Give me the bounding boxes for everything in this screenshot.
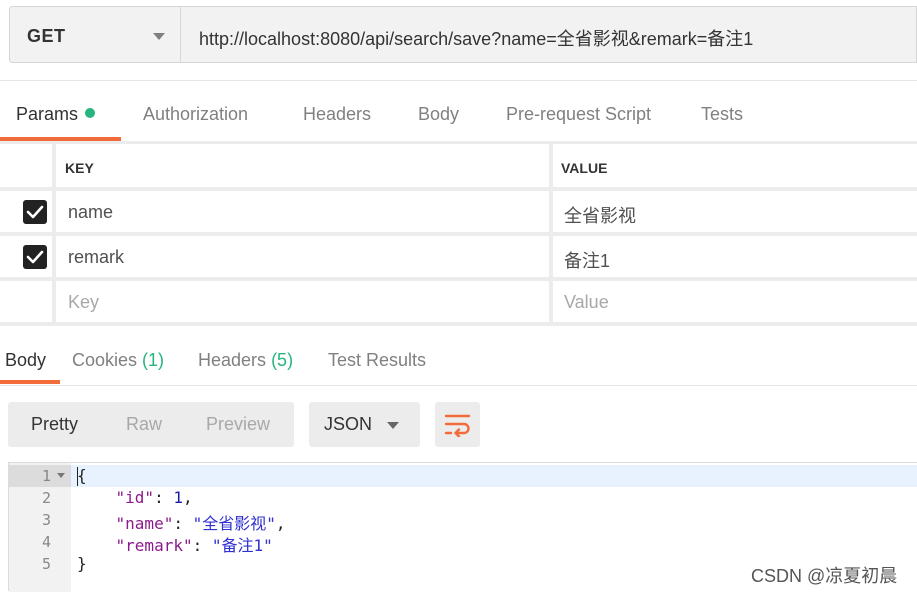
param-value-text: 全省影视	[564, 206, 636, 226]
url-text: http://localhost:8080/api/search/save?na…	[199, 29, 754, 49]
json-string-value: "全省影视"	[192, 514, 276, 533]
request-tabs: Params Authorization Headers Body Pre-re…	[0, 94, 917, 142]
tab-authorization[interactable]: Authorization	[143, 104, 248, 125]
tab-params-label: Params	[16, 104, 79, 124]
key-placeholder: Key	[68, 292, 100, 312]
code-line: "name": "全省影视",	[77, 510, 286, 534]
json-brace: {	[77, 466, 87, 485]
raw-button[interactable]: Raw	[126, 414, 162, 435]
checkmark-icon	[26, 250, 44, 264]
param-value-text: 备注1	[564, 251, 611, 271]
tab-test-results[interactable]: Test Results	[328, 350, 426, 371]
column-header-key: KEY	[65, 160, 94, 176]
param-value-field[interactable]: 全省影视	[553, 191, 917, 232]
format-label: JSON	[324, 414, 373, 434]
column-header-value: VALUE	[561, 160, 608, 176]
method-select[interactable]: GET	[9, 6, 181, 63]
param-key-text: remark	[68, 247, 125, 267]
json-comma: ,	[182, 488, 193, 507]
wrap-lines-button[interactable]	[435, 402, 480, 447]
json-number-value: 1	[173, 488, 183, 507]
url-input[interactable]: http://localhost:8080/api/search/save?na…	[181, 6, 917, 63]
watermark: CSDN @凉夏初晨	[751, 566, 898, 586]
active-tab-indicator	[0, 380, 60, 384]
divider	[0, 80, 917, 81]
code-line: "remark": "备注1"	[77, 532, 273, 556]
wrap-lines-icon	[444, 414, 471, 437]
json-colon: :	[154, 488, 174, 507]
chevron-down-icon	[387, 422, 399, 429]
header-key-cell: KEY	[56, 144, 549, 187]
line-number: 3	[41, 511, 51, 529]
tab-params[interactable]: Params	[16, 104, 96, 125]
json-brace: }	[77, 554, 87, 573]
json-key: "name"	[115, 514, 174, 533]
method-label: GET	[27, 26, 66, 46]
table-row-check-cell	[0, 191, 52, 232]
header-value-cell: VALUE	[553, 144, 917, 187]
request-bar: GET http://localhost:8080/api/search/sav…	[0, 0, 917, 80]
code-line: }	[77, 554, 87, 573]
param-key-field[interactable]: remark	[56, 236, 549, 277]
tab-headers[interactable]: Headers	[303, 104, 371, 125]
active-line-highlight	[71, 465, 917, 487]
view-mode-group: Pretty Raw Preview	[8, 402, 294, 447]
header-check-cell	[0, 144, 52, 187]
params-table: KEY VALUE name 全省影视 remark 备注1 Key Value	[0, 141, 917, 326]
checkbox-checked[interactable]	[23, 245, 47, 269]
line-number: 5	[41, 555, 51, 573]
table-row-check-cell	[0, 281, 52, 322]
headers-count-badge: (5)	[271, 350, 294, 370]
tab-pre-request-script[interactable]: Pre-request Script	[506, 104, 651, 125]
checkmark-icon	[26, 205, 44, 219]
tab-cookies-label: Cookies	[72, 350, 138, 370]
code-line: "id": 1,	[77, 488, 193, 507]
code-line: {	[77, 466, 87, 485]
table-row-check-cell	[0, 236, 52, 277]
chevron-down-icon	[153, 33, 165, 40]
divider	[0, 385, 917, 386]
param-key-field[interactable]: name	[56, 191, 549, 232]
tab-cookies[interactable]: Cookies (1)	[72, 350, 164, 371]
response-tabs: Body Cookies (1) Headers (5) Test Result…	[0, 338, 917, 386]
tab-body[interactable]: Body	[418, 104, 459, 125]
status-dot-icon	[85, 108, 96, 119]
line-number: 1	[41, 467, 51, 485]
tab-tests[interactable]: Tests	[701, 104, 743, 125]
preview-button[interactable]: Preview	[206, 414, 270, 435]
param-key-text: name	[68, 202, 114, 222]
value-placeholder: Value	[564, 292, 609, 312]
new-key-input[interactable]: Key	[56, 281, 549, 322]
json-key: "remark"	[115, 536, 193, 555]
tab-headers-label: Headers	[198, 350, 267, 370]
line-number: 4	[41, 533, 51, 551]
line-number: 2	[41, 489, 51, 507]
json-key: "id"	[115, 488, 155, 507]
fold-caret-icon[interactable]	[57, 473, 65, 478]
format-select[interactable]: JSON	[309, 402, 420, 447]
json-string-value: "备注1"	[211, 536, 273, 555]
pretty-button[interactable]: Pretty	[31, 414, 78, 435]
json-comma: ,	[275, 514, 286, 533]
new-value-input[interactable]: Value	[553, 281, 917, 322]
param-value-field[interactable]: 备注1	[553, 236, 917, 277]
tab-response-headers[interactable]: Headers (5)	[198, 350, 293, 371]
json-colon: :	[192, 536, 212, 555]
json-colon: :	[173, 514, 193, 533]
tab-response-body[interactable]: Body	[5, 350, 46, 371]
checkbox-checked[interactable]	[23, 200, 47, 224]
cookies-count-badge: (1)	[142, 350, 165, 370]
